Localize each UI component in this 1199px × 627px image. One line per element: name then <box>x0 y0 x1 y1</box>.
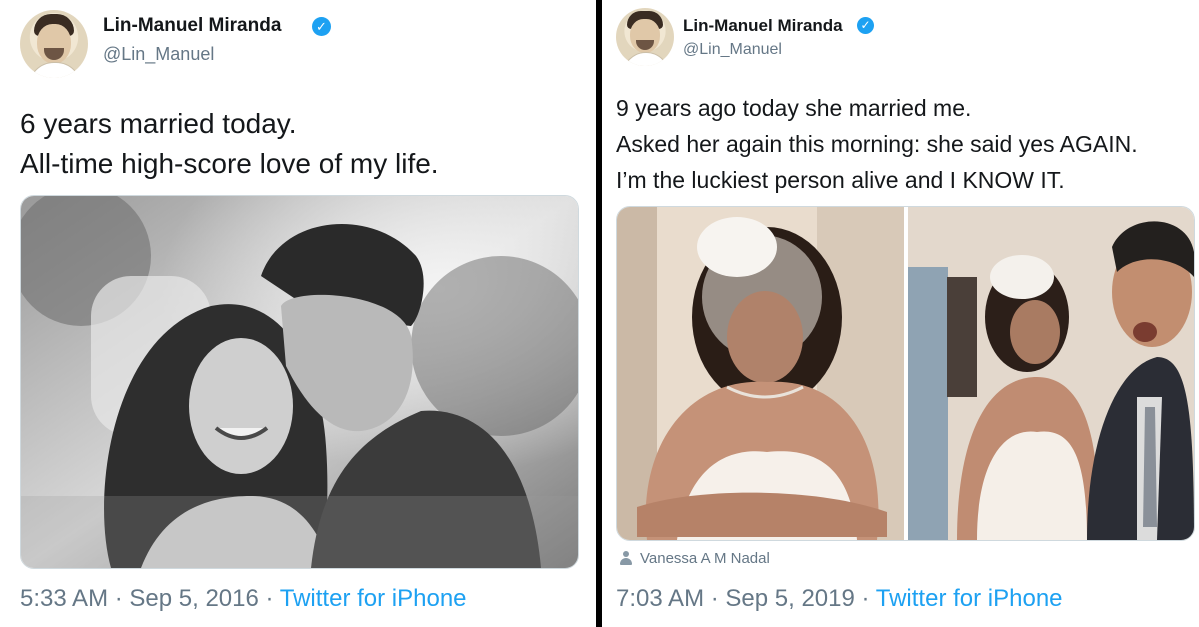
tweet-card-right: Lin-Manuel Miranda ✓ @Lin_Manuel 9 years… <box>602 0 1199 627</box>
meta-separator: · <box>265 585 274 612</box>
tweet-text-line: All-time high-score love of my life. <box>20 148 439 179</box>
author-handle[interactable]: @Lin_Manuel <box>683 41 782 59</box>
tagged-user-name: Vanessa A M Nadal <box>640 550 770 567</box>
tweet-meta: 5:33 AM · Sep 5, 2016 · Twitter for iPho… <box>20 585 467 613</box>
author-handle[interactable]: @Lin_Manuel <box>103 44 214 65</box>
meta-separator: · <box>861 585 870 612</box>
tweet-meta: 7:03 AM · Sep 5, 2019 · Twitter for iPho… <box>616 585 1063 613</box>
tweet-source-link[interactable]: Twitter for iPhone <box>876 585 1063 612</box>
tweet-text: 9 years ago today she married me. Asked … <box>616 90 1138 198</box>
tweet-date[interactable]: Sep 5, 2016 <box>129 585 258 612</box>
author-name[interactable]: Lin-Manuel Miranda <box>103 15 281 37</box>
meta-separator: · <box>114 585 123 612</box>
tweet-text-line: I’m the luckiest person alive and I KNOW… <box>616 167 1065 193</box>
tweet-time[interactable]: 5:33 AM <box>20 585 108 612</box>
tweet-photo-1[interactable] <box>617 207 904 540</box>
tweet-photo-grid <box>616 206 1195 541</box>
meta-separator: · <box>710 585 719 612</box>
verified-badge-icon: ✓ <box>312 17 331 36</box>
tweet-photo-2[interactable] <box>908 207 1194 540</box>
verified-badge-icon: ✓ <box>857 17 874 34</box>
wedding-photos <box>617 207 1194 540</box>
person-icon <box>620 551 632 565</box>
tweet-card-left: Lin-Manuel Miranda ✓ @Lin_Manuel 6 years… <box>0 0 596 627</box>
tweet-text: 6 years married today. All-time high-sco… <box>20 104 439 184</box>
avatar[interactable] <box>616 8 674 66</box>
tweet-text-line: 6 years married today. <box>20 108 297 139</box>
tagged-user[interactable]: Vanessa A M Nadal <box>620 550 770 567</box>
couple-photo-image <box>21 196 578 568</box>
tweet-time[interactable]: 7:03 AM <box>616 585 704 612</box>
tweet-text-line: 9 years ago today she married me. <box>616 95 972 121</box>
tweet-date[interactable]: Sep 5, 2019 <box>725 585 854 612</box>
author-name[interactable]: Lin-Manuel Miranda <box>683 16 843 36</box>
tweet-photo[interactable] <box>20 195 579 569</box>
tweet-source-link[interactable]: Twitter for iPhone <box>280 585 467 612</box>
tweet-text-line: Asked her again this morning: she said y… <box>616 131 1138 157</box>
avatar[interactable] <box>20 10 88 78</box>
